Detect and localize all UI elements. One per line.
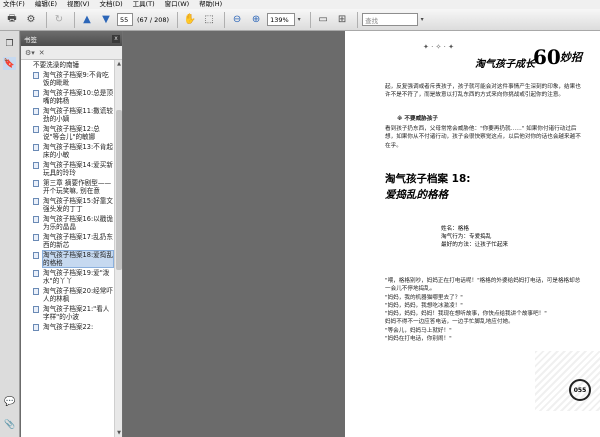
bookmark-item[interactable]: 淘气孩子档案9:不肯吃饭的毗毗 bbox=[21, 70, 115, 88]
menu-help[interactable]: 帮助(H) bbox=[199, 0, 222, 9]
hand-tool-icon[interactable]: ✋ bbox=[182, 12, 198, 28]
toolbar-divider bbox=[177, 11, 179, 28]
bookmark-item[interactable]: 不要洗澡的南锤 bbox=[21, 60, 115, 70]
bookmark-item[interactable]: 淘气孩子档案21:"看人字样"的小波 bbox=[21, 304, 115, 322]
section-subtitle: 爱捣乱的格格 bbox=[385, 189, 448, 201]
book-header-number: 60 bbox=[533, 45, 561, 69]
document-page: ✦ · ✧ · ✦ 淘气孩子成长 60 妙招 起，反复强调或者斥责孩子，孩子就可… bbox=[345, 31, 600, 437]
bookmark-item[interactable]: 淘气孩子档案12:总说"等会儿"的敏娜 bbox=[21, 124, 115, 142]
page-number: 055 bbox=[569, 379, 591, 401]
chevron-down-icon[interactable]: ▾ bbox=[418, 12, 426, 28]
document-icon bbox=[33, 306, 39, 313]
bookmark-item[interactable]: 淘气孩子档案19:爱"泼水"的丫丫 bbox=[21, 268, 115, 286]
document-icon bbox=[33, 324, 39, 331]
toolbar-divider bbox=[46, 11, 47, 28]
attachment-icon[interactable]: 📎 bbox=[4, 419, 16, 431]
section-title: 淘气孩子档案 18: bbox=[385, 173, 471, 185]
fit-page-icon[interactable]: ⊞ bbox=[334, 12, 350, 28]
book-header-suffix: 妙招 bbox=[560, 51, 582, 64]
toolbar-divider bbox=[224, 11, 226, 28]
delete-icon[interactable]: ✕ bbox=[39, 49, 45, 57]
options-icon[interactable]: ⚙▾ bbox=[25, 49, 35, 57]
document-icon bbox=[33, 270, 39, 277]
next-page-icon[interactable]: ▼ bbox=[98, 12, 114, 28]
story-text: "喂，格格别吵，妈妈正在打电话呢！"格格的外婆给妈妈打电话，可是格格却总一会儿不… bbox=[385, 278, 581, 343]
bookmark-item[interactable]: 淘气孩子档案20:经常吓人的林枫 bbox=[21, 286, 115, 304]
menu-window[interactable]: 窗口(W) bbox=[165, 0, 190, 9]
bookmark-item[interactable]: 淘气孩子档案13:不肯起床的小敏 bbox=[21, 142, 115, 160]
search-input[interactable]: 查找 bbox=[362, 13, 419, 26]
menu-view[interactable]: 视图(V) bbox=[67, 0, 90, 9]
bookmarks-panel: 书签 x ⚙▾ ✕ 不要洗澡的南锤 淘气孩子档案9:不肯吃饭的毗毗 淘气孩子档案… bbox=[21, 31, 123, 437]
info-behavior: 淘气行为：专爱捣乱 bbox=[441, 234, 492, 240]
toolbar-divider bbox=[310, 11, 312, 28]
print-icon[interactable]: 🖶 bbox=[4, 12, 20, 28]
paragraph-2: 看到孩子扔东西，父母常常会威胁他："你要再扔就……" 如果你付诸行动过后想，如果… bbox=[385, 126, 581, 149]
bookmark-item[interactable]: 第三章 摘要作剧型——开个玩笑嘛, 别在意 bbox=[21, 178, 115, 196]
scroll-up-icon[interactable]: ▲ bbox=[115, 60, 123, 68]
bookmark-item[interactable]: 淘气孩子档案10:总是顶嘴的韩杨 bbox=[21, 88, 115, 106]
menu-edit[interactable]: 编辑(E) bbox=[35, 0, 57, 9]
bookmarks-header: 书签 x bbox=[21, 31, 122, 46]
bookmarks-title: 书签 bbox=[24, 35, 37, 44]
pages-icon[interactable]: ❐ bbox=[3, 37, 16, 50]
bookmark-list: 不要洗澡的南锤 淘气孩子档案9:不肯吃饭的毗毗 淘气孩子档案10:总是顶嘴的韩杨… bbox=[21, 60, 115, 437]
navigation-panel: ❐ 🔖 💬 📎 bbox=[0, 31, 20, 437]
document-icon bbox=[33, 72, 39, 79]
document-icon bbox=[33, 234, 39, 241]
close-icon[interactable]: x bbox=[112, 34, 120, 43]
document-icon bbox=[33, 180, 39, 187]
bookmark-item[interactable]: 淘气孩子档案15:好靠文强头发的丁丁 bbox=[21, 196, 115, 214]
bookmark-item[interactable]: 淘气孩子档案22: bbox=[21, 322, 115, 332]
zoom-input[interactable]: 139% bbox=[267, 13, 296, 26]
illustration bbox=[535, 351, 600, 411]
bookmark-item-selected[interactable]: 淘气孩子档案18:爱捣乱的格格 bbox=[21, 250, 115, 268]
menu-tools[interactable]: 工具(T) bbox=[133, 0, 155, 9]
document-icon bbox=[33, 126, 39, 133]
bookmarks-toolbar: ⚙▾ ✕ bbox=[21, 46, 122, 60]
zoom-in-icon[interactable]: ⊕ bbox=[248, 12, 264, 28]
menu-bar: 文件(F) 编辑(E) 视图(V) 文档(D) 工具(T) 窗口(W) 帮助(H… bbox=[0, 0, 600, 9]
toolbar-divider bbox=[74, 11, 75, 28]
bookmark-item[interactable]: 淘气孩子档案11:撒谎较劲的小嫡 bbox=[21, 106, 115, 124]
document-icon bbox=[33, 252, 39, 259]
refresh-icon[interactable]: ↻ bbox=[51, 12, 67, 28]
page-number-input[interactable]: 55 bbox=[117, 13, 133, 26]
menu-document[interactable]: 文档(D) bbox=[100, 0, 123, 9]
document-icon bbox=[33, 144, 39, 151]
select-tool-icon[interactable]: ⬚ bbox=[201, 12, 217, 28]
toolbar-divider bbox=[357, 11, 359, 28]
page-count-label: (67 / 208) bbox=[137, 15, 170, 24]
settings-gear-icon[interactable]: ⚙ bbox=[23, 12, 39, 28]
info-name: 姓名：格格 bbox=[441, 226, 469, 232]
document-icon bbox=[33, 108, 39, 115]
chevron-down-icon[interactable]: ▾ bbox=[295, 12, 303, 28]
document-icon bbox=[33, 198, 39, 205]
scrollbar-thumb[interactable] bbox=[116, 110, 122, 270]
bookmarks-scrollbar[interactable]: ▲ ▼ bbox=[114, 60, 122, 437]
single-page-icon[interactable]: ▭ bbox=[315, 12, 331, 28]
bookmark-item[interactable]: 淘气孩子档案17:乱扔东西的新芯 bbox=[21, 232, 115, 250]
bookmark-item[interactable]: 淘气孩子档案14:爱买新玩具的玲玲 bbox=[21, 160, 115, 178]
document-background bbox=[123, 31, 345, 437]
document-icon bbox=[33, 162, 39, 169]
info-box: 姓名：格格 淘气行为：专爱捣乱 最好的方法：让孩子忙起来 bbox=[441, 217, 551, 249]
scroll-down-icon[interactable]: ▼ bbox=[115, 429, 123, 437]
book-header-title: 淘气孩子成长 bbox=[475, 59, 535, 70]
toolbar: 🖶 ⚙ ↻ ▲ ▼ 55 (67 / 208) ✋ ⬚ ⊖ ⊕ 139% ▾ ▭… bbox=[0, 9, 600, 31]
paragraph-1: 起，反复强调或者斥责孩子，孩子就可能会对这件事情产生深刻的印象，结果也许不是不符… bbox=[385, 84, 581, 99]
document-icon bbox=[33, 216, 39, 223]
previous-page-icon[interactable]: ▲ bbox=[79, 12, 95, 28]
sub-heading: ※ 不要威胁孩子 bbox=[397, 116, 438, 122]
zoom-out-icon[interactable]: ⊖ bbox=[229, 12, 245, 28]
bookmark-item[interactable]: 淘气孩子档案16:以戳诡为乐的晶晶 bbox=[21, 214, 115, 232]
comments-icon[interactable]: 💬 bbox=[4, 396, 16, 408]
menu-file[interactable]: 文件(F) bbox=[3, 0, 25, 9]
info-method: 最好的方法：让孩子忙起来 bbox=[441, 242, 509, 248]
document-icon bbox=[33, 288, 39, 295]
bookmarks-icon[interactable]: 🔖 bbox=[3, 57, 16, 70]
decorative-stars: ✦ · ✧ · ✦ bbox=[423, 43, 454, 51]
document-icon bbox=[33, 90, 39, 97]
